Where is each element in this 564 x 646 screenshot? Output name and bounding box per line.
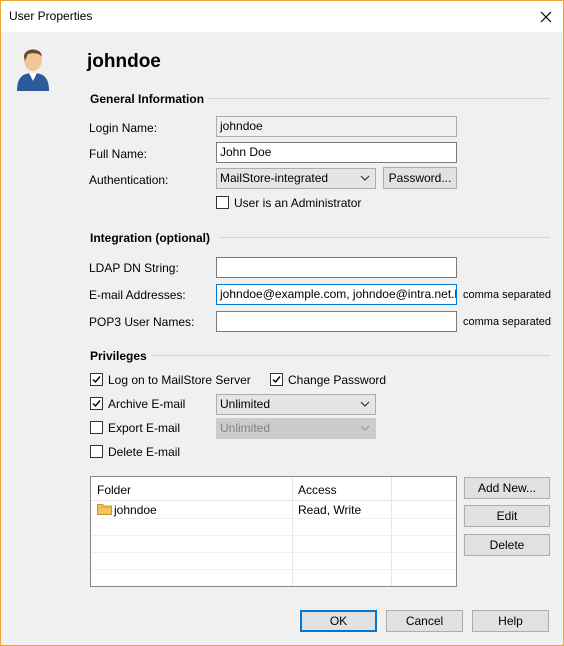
ok-button[interactable]: OK	[300, 610, 377, 632]
column-divider	[391, 477, 392, 586]
email-addresses-field[interactable]: johndoe@example.com, johndoe@intra.net.l…	[216, 284, 457, 305]
row-divider	[91, 569, 456, 570]
user-name-heading: johndoe	[87, 51, 161, 72]
admin-checkbox[interactable]	[216, 196, 229, 209]
password-button[interactable]: Password...	[383, 167, 457, 189]
change-password-checkbox[interactable]	[270, 373, 283, 386]
delete-checkbox[interactable]	[90, 445, 103, 458]
help-button[interactable]: Help	[472, 610, 549, 632]
logon-checkbox[interactable]	[90, 373, 103, 386]
delete-label: Delete E-mail	[108, 445, 181, 459]
integration-section-title: Integration (optional)	[90, 231, 210, 245]
full-name-field[interactable]: John Doe	[216, 142, 457, 163]
pop3-hint: comma separated	[463, 316, 552, 328]
chevron-down-icon	[360, 175, 370, 181]
user-avatar-icon	[17, 49, 49, 91]
folder-access-list[interactable]: Folder Access johndoe Read, Write	[90, 476, 457, 587]
export-label: Export E-mail	[108, 421, 181, 435]
export-checkbox[interactable]	[90, 421, 103, 434]
privileges-section-divider	[151, 355, 550, 356]
export-limit-value: Unlimited	[220, 421, 271, 435]
email-addresses-value: johndoe@example.com, johndoe@intra.net.l…	[220, 287, 457, 301]
user-properties-window: User Properties johndoe General Informat…	[0, 0, 564, 646]
folder-access: Read, Write	[298, 503, 362, 517]
email-hint: comma separated	[463, 289, 552, 301]
folder-icon	[97, 504, 112, 515]
close-icon	[540, 11, 552, 22]
column-header-folder[interactable]: Folder	[97, 483, 131, 497]
authentication-value: MailStore-integrated	[220, 171, 329, 185]
logon-label: Log on to MailStore Server	[108, 373, 251, 387]
archive-limit-value: Unlimited	[220, 397, 271, 411]
email-addresses-label: E-mail Addresses:	[89, 288, 186, 302]
close-button[interactable]	[529, 1, 563, 32]
archive-checkbox[interactable]	[90, 397, 103, 410]
export-limit-select: Unlimited	[216, 418, 376, 439]
full-name-label: Full Name:	[89, 147, 148, 161]
column-divider	[292, 477, 293, 586]
login-name-field: johndoe	[216, 116, 457, 137]
integration-section-divider	[219, 237, 550, 238]
cancel-button[interactable]: Cancel	[386, 610, 463, 632]
checkmark-icon	[92, 400, 101, 408]
row-divider	[91, 535, 456, 536]
authentication-label: Authentication:	[89, 173, 169, 187]
ldap-field[interactable]	[216, 257, 457, 278]
add-new-button[interactable]: Add New...	[464, 477, 550, 499]
title-bar: User Properties	[1, 1, 563, 32]
checkmark-icon	[272, 376, 281, 384]
chevron-down-icon	[360, 425, 370, 431]
folder-name: johndoe	[114, 503, 157, 517]
ldap-label: LDAP DN String:	[89, 261, 179, 275]
row-divider	[91, 518, 456, 519]
pop3-field[interactable]	[216, 311, 457, 332]
general-section-divider	[207, 98, 550, 99]
change-password-label: Change Password	[288, 373, 387, 387]
column-header-access[interactable]: Access	[298, 483, 337, 497]
window-title: User Properties	[9, 9, 93, 23]
table-row[interactable]: johndoe Read, Write	[91, 501, 456, 518]
list-header	[91, 477, 456, 501]
pop3-label: POP3 User Names:	[89, 315, 195, 329]
chevron-down-icon	[360, 401, 370, 407]
edit-button[interactable]: Edit	[464, 505, 550, 527]
general-section-title: General Information	[90, 92, 205, 106]
archive-limit-select[interactable]: Unlimited	[216, 394, 376, 415]
delete-button[interactable]: Delete	[464, 534, 550, 556]
admin-label: User is an Administrator	[234, 196, 362, 210]
privileges-section-title: Privileges	[90, 349, 147, 363]
login-name-label: Login Name:	[89, 121, 158, 135]
authentication-select[interactable]: MailStore-integrated	[216, 168, 376, 189]
row-divider	[91, 552, 456, 553]
archive-label: Archive E-mail	[108, 397, 186, 411]
checkmark-icon	[92, 376, 101, 384]
